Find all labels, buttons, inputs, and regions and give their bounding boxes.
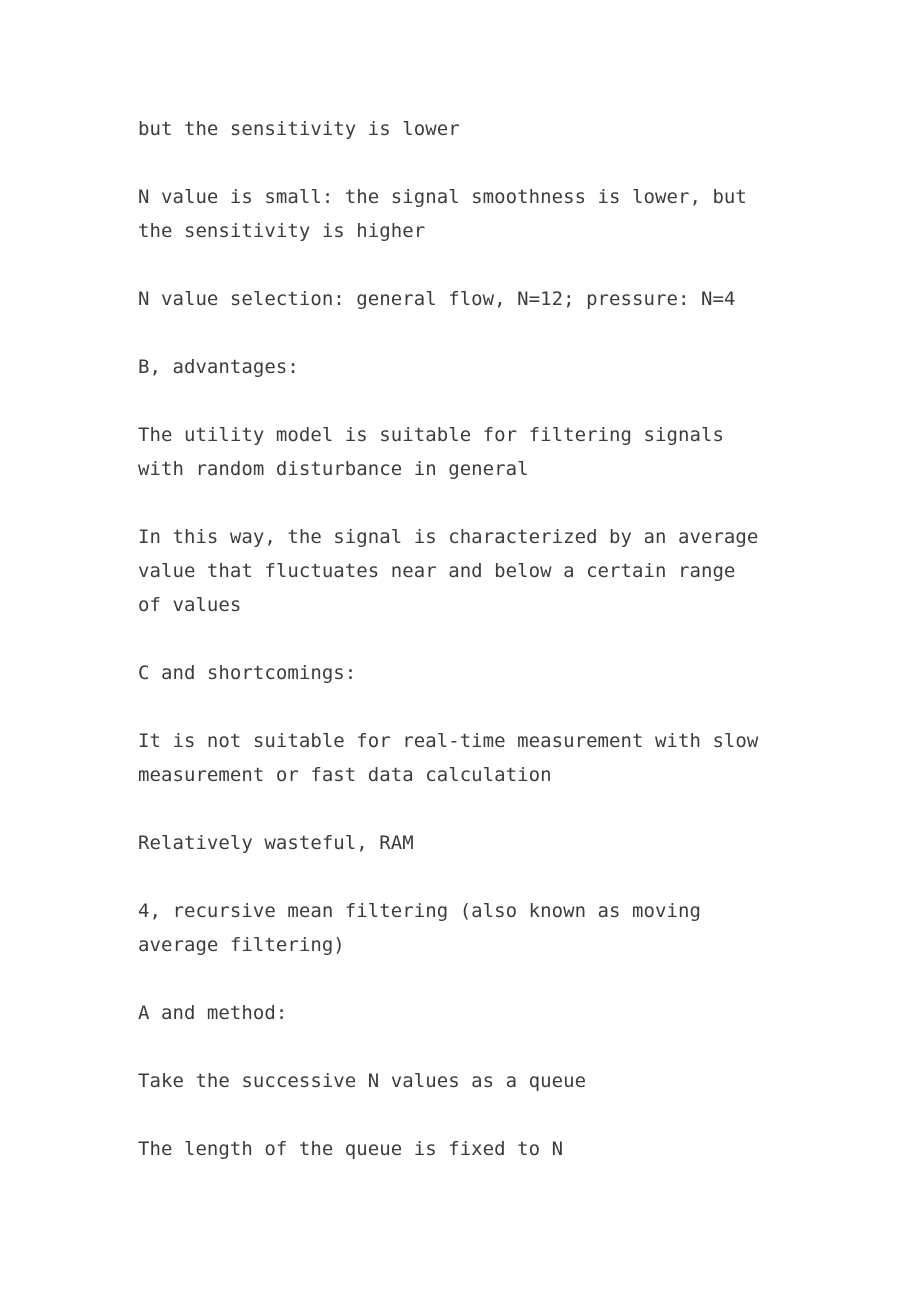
paragraph: Relatively wasteful, RAM xyxy=(138,832,414,854)
paragraph: N value selection: general flow, N=12; p… xyxy=(138,288,736,310)
paragraph: B, advantages: xyxy=(138,356,299,378)
paragraph: In this way, the signal is characterized… xyxy=(138,526,770,616)
paragraph: N value is small: the signal smoothness … xyxy=(138,186,759,242)
paragraph: Take the successive N values as a queue xyxy=(138,1070,587,1092)
document-text-body: but the sensitivity is lower N value is … xyxy=(138,112,764,1166)
paragraph: The utility model is suitable for filter… xyxy=(138,424,736,480)
paragraph: The length of the queue is fixed to N xyxy=(138,1138,564,1160)
paragraph: C and shortcomings: xyxy=(138,662,357,684)
paragraph: but the sensitivity is lower xyxy=(138,118,460,140)
document-page: but the sensitivity is lower N value is … xyxy=(0,0,920,1302)
paragraph: 4, recursive mean filtering (also known … xyxy=(138,900,713,956)
paragraph: It is not suitable for real-time measure… xyxy=(138,730,770,786)
paragraph: A and method: xyxy=(138,1002,288,1024)
